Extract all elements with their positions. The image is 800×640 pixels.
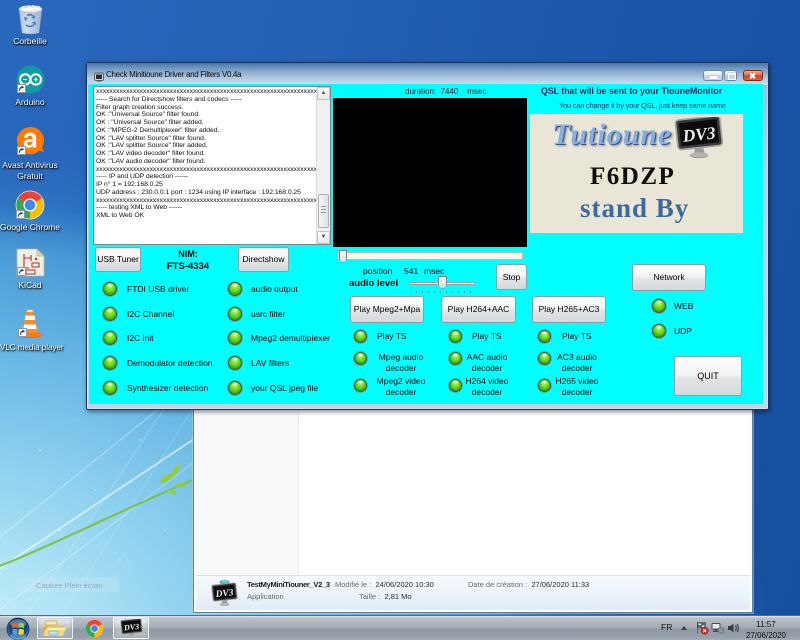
svg-text:Capture Plein écran: Capture Plein écran: [36, 581, 102, 590]
